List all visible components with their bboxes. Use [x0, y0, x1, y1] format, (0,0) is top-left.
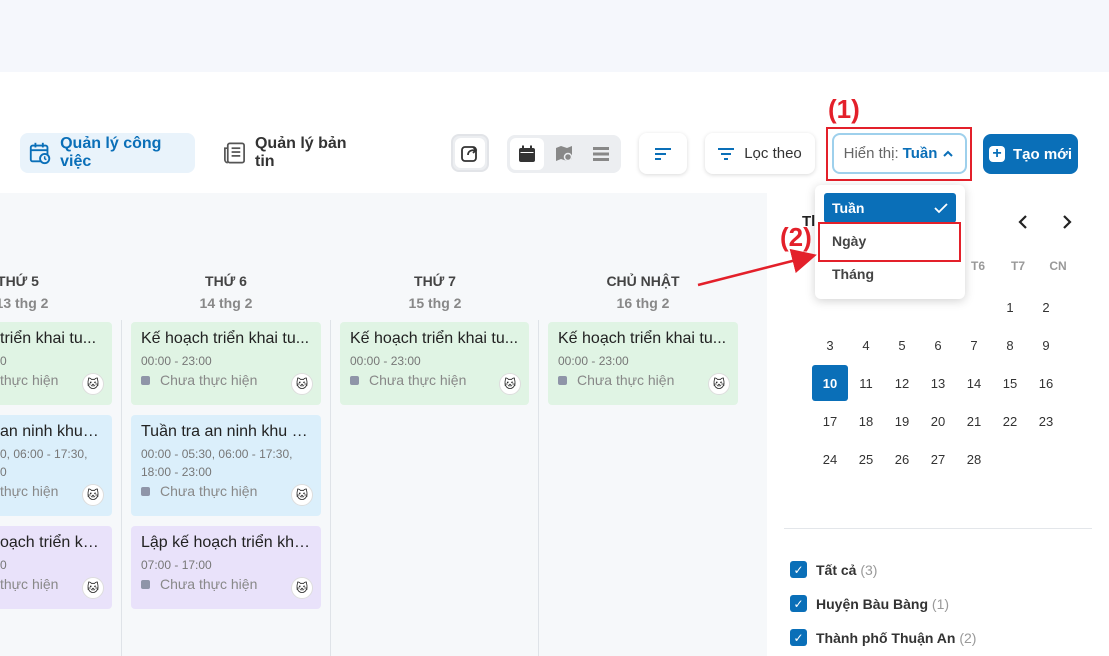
- callout-arrow: [697, 248, 817, 287]
